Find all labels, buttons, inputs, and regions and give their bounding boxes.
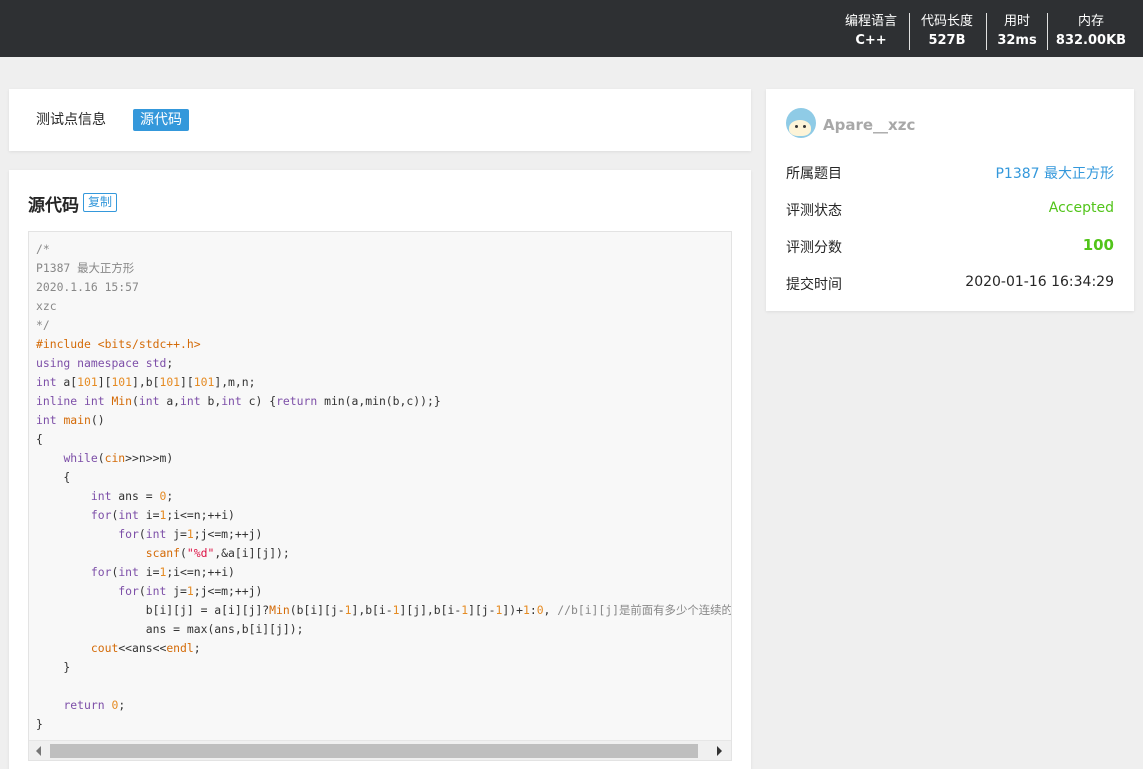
tabs-card: 测试点信息 源代码	[9, 89, 751, 151]
stat-value: 832.00KB	[1055, 33, 1127, 48]
divider	[1047, 13, 1048, 50]
stat-label: 代码长度	[920, 14, 973, 29]
stat-label: 用时	[1003, 14, 1030, 29]
submit-time-value: 2020-01-16 16:34:29	[965, 274, 1114, 290]
code-line: return 0;	[63, 698, 126, 712]
code-line: {	[36, 470, 71, 484]
status-label: 评测状态	[786, 203, 842, 219]
stat-label: 内存	[1077, 14, 1104, 29]
code-line: int ans = 0;	[90, 489, 174, 503]
code-line: P1387 最大正方形	[36, 261, 135, 275]
stat-memory: 内存 832.00KB	[1052, 13, 1130, 51]
avatar[interactable]	[786, 108, 816, 138]
stat-value: C++	[855, 33, 887, 48]
code-line: int a[101][101],b[101][101],m,n;	[36, 375, 256, 389]
horizontal-scrollbar[interactable]	[29, 740, 731, 760]
username-link[interactable]: Apare__xzc	[823, 116, 915, 134]
source-code-card: 源代码 复制 /* P1387 最大正方形 2020.1.16 15:57 xzc */…	[9, 170, 751, 769]
status-value: Accepted	[1048, 200, 1114, 216]
scroll-left-arrow-icon[interactable]	[36, 746, 41, 756]
code-line: ans = max(ans,b[i][j]);	[36, 622, 304, 636]
code-line: using namespace std;	[36, 356, 174, 370]
scroll-right-arrow-icon[interactable]	[717, 746, 722, 756]
code-line: /*	[36, 242, 50, 256]
code-line: scanf("%d",&a[i][j]);	[145, 546, 290, 560]
submit-time-label: 提交时间	[786, 277, 842, 293]
code-line: for(int j=1;j<=m;++j)	[118, 584, 263, 598]
stat-label: 编程语言	[844, 14, 897, 29]
code-line: for(int i=1;i<=n;++i)	[90, 508, 235, 522]
stat-time: 用时 32ms	[992, 13, 1042, 51]
code-line: #include <bits/stdc++.h>	[36, 337, 201, 351]
score-value: 100	[1082, 236, 1114, 254]
tab-testcase-info[interactable]: 测试点信息	[36, 109, 106, 131]
submission-info-card: Apare__xzc 所属题目 P1387 最大正方形 评测状态 Accepte…	[766, 89, 1134, 311]
problem-label: 所属题目	[786, 166, 842, 182]
code-line: inline int Min(int a,int b,int c) {retur…	[36, 394, 441, 408]
code-line: xzc	[36, 299, 57, 313]
score-label: 评测分数	[786, 240, 842, 256]
problem-link[interactable]: P1387 最大正方形	[995, 163, 1114, 183]
divider	[986, 13, 987, 50]
code-line: */	[36, 318, 50, 332]
code-line: cout<<ans<<endl;	[90, 641, 201, 655]
stat-value: 32ms	[997, 33, 1037, 48]
tab-source-code[interactable]: 源代码	[133, 109, 189, 131]
code-line: {	[36, 432, 43, 446]
code-line: for(int j=1;j<=m;++j)	[118, 527, 263, 541]
code-line: while(cin>>n>>m)	[63, 451, 174, 465]
section-title: 源代码	[28, 196, 79, 216]
code-block[interactable]: /* P1387 最大正方形 2020.1.16 15:57 xzc */ #includ…	[28, 231, 732, 761]
code-line: }	[36, 660, 71, 674]
avatar-eye	[795, 125, 798, 128]
stat-language: 编程语言 C++	[838, 13, 904, 51]
code-line: int main()	[36, 413, 105, 427]
copy-button[interactable]: 复制	[83, 193, 118, 212]
stat-code-length: 代码长度 527B	[914, 13, 980, 51]
code-line: b[i][j] = a[i][j]?Min(b[i][j-1],b[i-1][j…	[36, 603, 732, 617]
avatar-face	[789, 120, 811, 136]
divider	[909, 13, 910, 50]
code-line: for(int i=1;i<=n;++i)	[90, 565, 235, 579]
code-line: 2020.1.16 15:57	[36, 280, 139, 294]
stat-value: 527B	[928, 33, 966, 48]
code-text: /* P1387 最大正方形 2020.1.16 15:57 xzc */ #includ…	[36, 240, 732, 734]
code-line: }	[36, 717, 43, 731]
top-stats-bar: 编程语言 C++ 代码长度 527B 用时 32ms 内存 832.00KB	[0, 0, 1143, 57]
avatar-eye	[803, 125, 806, 128]
scrollbar-thumb[interactable]	[50, 744, 698, 758]
